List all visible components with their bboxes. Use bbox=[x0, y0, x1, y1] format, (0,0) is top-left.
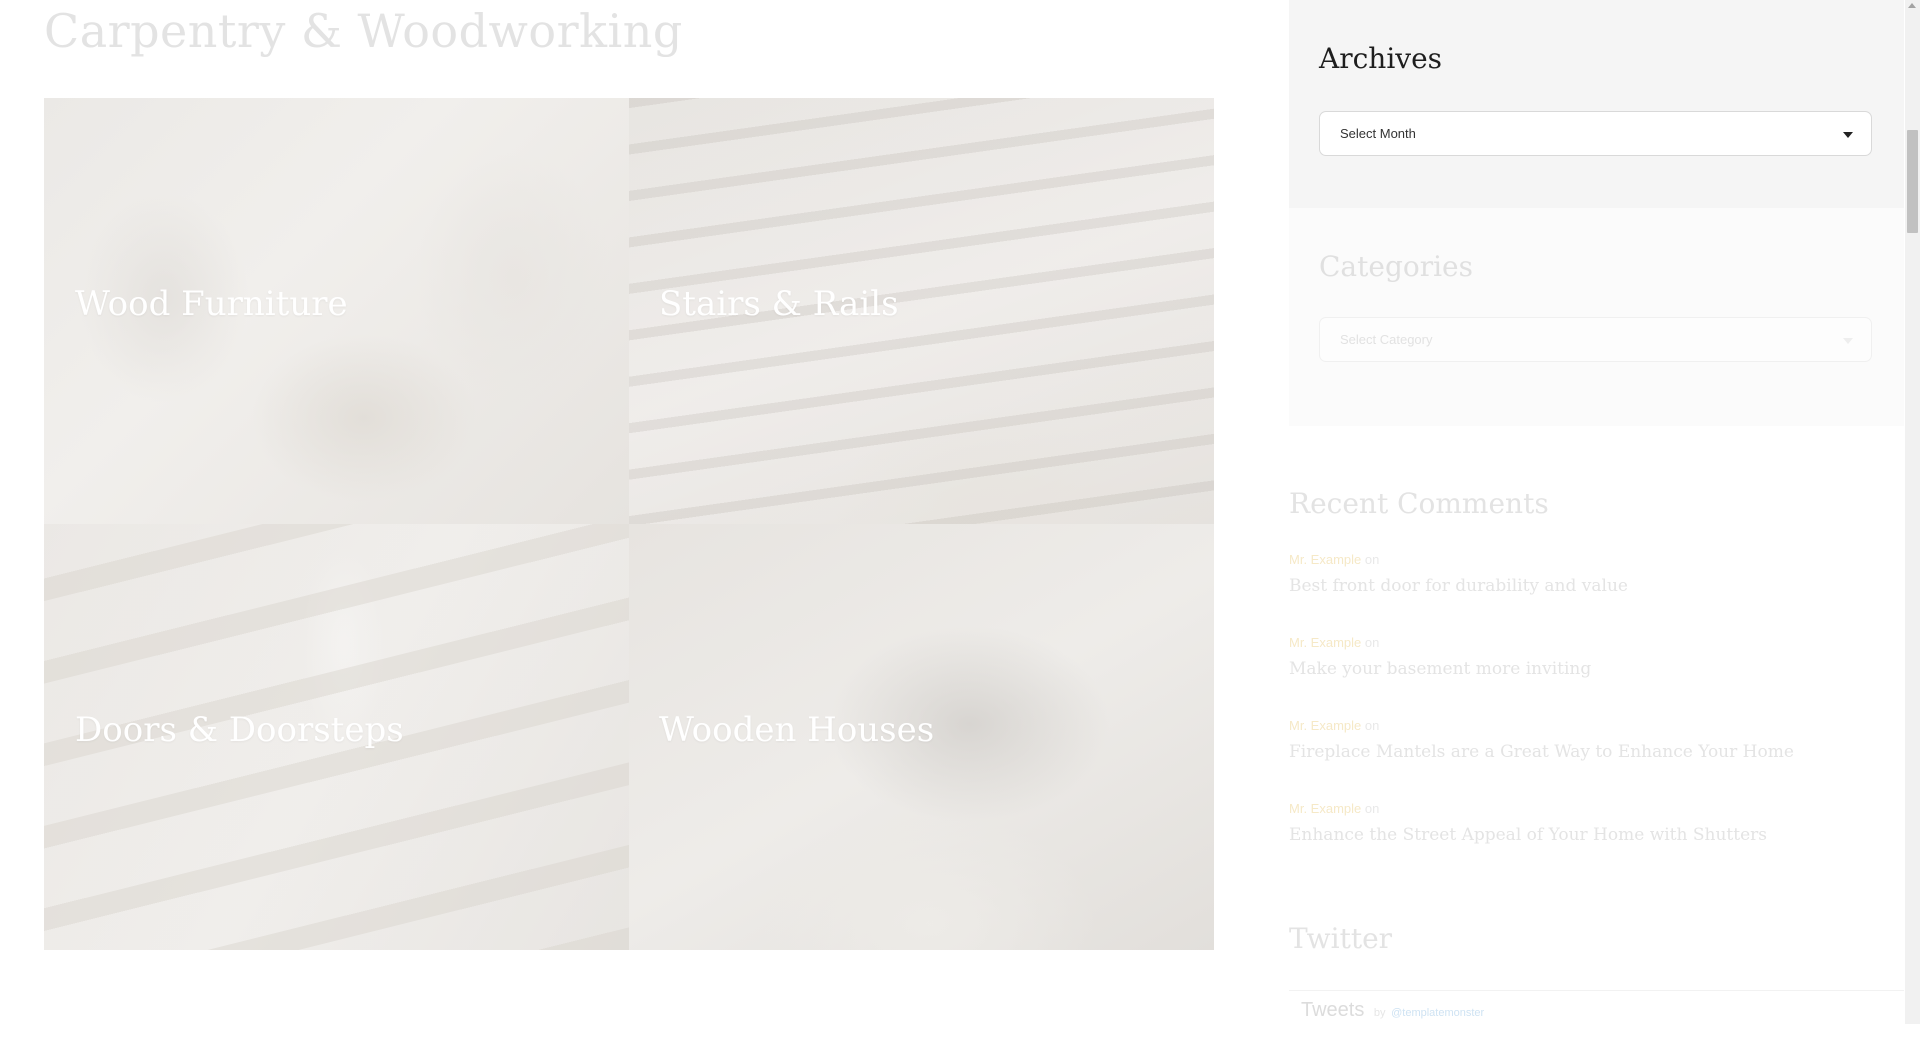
comment-author-link[interactable]: Mr. Example bbox=[1289, 718, 1361, 733]
scroll-up-arrow-icon[interactable] bbox=[1908, 3, 1916, 8]
chevron-down-icon bbox=[1843, 338, 1853, 344]
comment-on-text: on bbox=[1364, 635, 1380, 650]
tweets-label: Tweets by @templatemonster bbox=[1301, 999, 1484, 1022]
recent-comments-title: Recent Comments bbox=[1289, 487, 1549, 520]
comment-meta: Mr. Example on bbox=[1289, 635, 1591, 650]
twitter-timeline: Tweets by @templatemonster bbox=[1289, 990, 1904, 1051]
comment-author-link[interactable]: Mr. Example bbox=[1289, 635, 1361, 650]
categories-title: Categories bbox=[1319, 250, 1473, 283]
tile-wooden-houses[interactable]: Wooden Houses bbox=[629, 524, 1214, 950]
page-title: Carpentry & Woodworking bbox=[44, 4, 683, 58]
comment-item: Mr. Example on Best front door for durab… bbox=[1289, 552, 1628, 596]
archives-widget: Archives Select Month bbox=[1289, 0, 1904, 208]
sidebar: Archives Select Month Categories Select … bbox=[1289, 0, 1904, 1024]
tweets-heading: Tweets bbox=[1301, 999, 1365, 1021]
comment-on-text: on bbox=[1364, 718, 1380, 733]
comment-meta: Mr. Example on bbox=[1289, 552, 1628, 567]
twitter-title: Twitter bbox=[1289, 922, 1393, 955]
comment-author-link[interactable]: Mr. Example bbox=[1289, 552, 1361, 567]
comment-on-text: on bbox=[1364, 552, 1380, 567]
categories-widget: Categories Select Category bbox=[1289, 208, 1904, 426]
archives-title: Archives bbox=[1319, 42, 1443, 75]
categories-select-value: Select Category bbox=[1340, 332, 1433, 347]
twitter-handle-link[interactable]: @templatemonster bbox=[1391, 1007, 1484, 1019]
tile-label: Wooden Houses bbox=[659, 710, 935, 750]
comment-post-link[interactable]: Enhance the Street Appeal of Your Home w… bbox=[1289, 825, 1767, 845]
chevron-down-icon bbox=[1843, 132, 1853, 138]
category-grid: Wood Furniture Stairs & Rails Doors & Do… bbox=[44, 98, 1214, 950]
tile-label: Stairs & Rails bbox=[659, 284, 899, 324]
tweets-by-text: by bbox=[1373, 1007, 1386, 1019]
comment-item: Mr. Example on Make your basement more i… bbox=[1289, 635, 1591, 679]
archives-month-select[interactable]: Select Month bbox=[1319, 111, 1872, 156]
comment-meta: Mr. Example on bbox=[1289, 718, 1794, 733]
comment-post-link[interactable]: Best front door for durability and value bbox=[1289, 576, 1628, 596]
categories-select[interactable]: Select Category bbox=[1319, 317, 1872, 362]
comment-post-link[interactable]: Fireplace Mantels are a Great Way to Enh… bbox=[1289, 742, 1794, 762]
comment-post-link[interactable]: Make your basement more inviting bbox=[1289, 659, 1591, 679]
tile-label: Wood Furniture bbox=[75, 284, 348, 324]
comment-on-text: on bbox=[1364, 801, 1380, 816]
comment-meta: Mr. Example on bbox=[1289, 801, 1767, 816]
archives-select-value: Select Month bbox=[1340, 126, 1416, 141]
scrollbar-thumb[interactable] bbox=[1907, 130, 1918, 233]
comment-item: Mr. Example on Fireplace Mantels are a G… bbox=[1289, 718, 1794, 762]
tile-wood-furniture[interactable]: Wood Furniture bbox=[44, 98, 629, 524]
tile-stairs-rails[interactable]: Stairs & Rails bbox=[629, 98, 1214, 524]
page-scrollbar[interactable] bbox=[1905, 0, 1920, 1024]
tile-label: Doors & Doorsteps bbox=[75, 710, 404, 750]
comment-item: Mr. Example on Enhance the Street Appeal… bbox=[1289, 801, 1767, 845]
tile-doors-doorsteps[interactable]: Doors & Doorsteps bbox=[44, 524, 629, 950]
comment-author-link[interactable]: Mr. Example bbox=[1289, 801, 1361, 816]
